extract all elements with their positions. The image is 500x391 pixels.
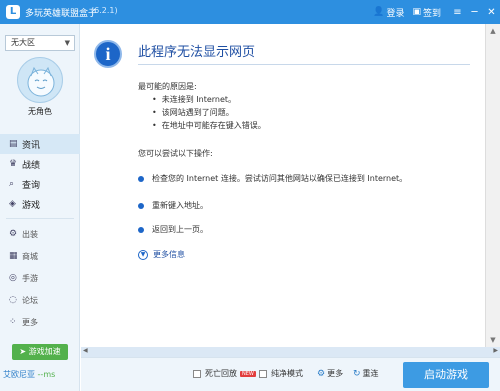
- signin-button[interactable]: ▣ 签到: [412, 6, 441, 19]
- pure-mode-toggle[interactable]: 纯净模式: [259, 368, 303, 379]
- action-item: 检查您的 Internet 连接。尝试访问其他网站以确保已连接到 Interne…: [138, 173, 407, 184]
- gamepad-icon: ◈: [9, 199, 16, 209]
- action-text: 检查您的 Internet 连接。尝试访问其他网站以确保已连接到 Interne…: [152, 174, 408, 183]
- bullet-icon: [138, 226, 144, 233]
- sidebar-item-label: 更多: [22, 317, 38, 327]
- list-item: 在地址中可能存在键入错误。: [152, 119, 266, 132]
- bottom-bar: 死亡回放 NEW 纯净模式 ⚙ 更多 ↻ 重连 启动游戏: [81, 357, 500, 391]
- replay-label: 死亡回放: [205, 369, 237, 378]
- replay-checkbox[interactable]: [193, 369, 201, 378]
- action-item[interactable]: 返回到上一页。: [138, 224, 208, 235]
- phone-icon: ◎: [9, 273, 17, 283]
- action-text[interactable]: 重新键入地址。: [152, 200, 208, 211]
- scroll-right-icon[interactable]: ▶: [493, 347, 498, 354]
- gear-icon: ⚙: [317, 368, 326, 379]
- chevron-down-icon: ▼: [138, 249, 148, 260]
- info-icon: ▤: [9, 139, 18, 149]
- sidebar-item-label: 论坛: [22, 295, 38, 305]
- chevron-down-icon: ▼: [64, 39, 70, 47]
- speed-button-label: 游戏加速: [28, 347, 61, 356]
- forum-icon: ◌: [9, 295, 17, 305]
- sidebar-item-label: 游戏: [22, 200, 41, 211]
- avatar-face-icon: [27, 66, 55, 97]
- user-icon: 👤: [373, 7, 385, 17]
- info-icon: i: [94, 40, 122, 68]
- sidebar-item-record[interactable]: ♛ 战绩: [0, 154, 80, 174]
- calendar-icon: ▣: [412, 7, 421, 17]
- server-status: 艾欧尼亚 --ms: [3, 369, 55, 380]
- causes-section: 最可能的原因是: 未连接到 Internet。 该网站遇到了问题。 在地址中可能…: [138, 80, 266, 132]
- login-button[interactable]: 👤 登录: [373, 6, 404, 19]
- web-content: i 此程序无法显示网页 最可能的原因是: 未连接到 Internet。 该网站遇…: [81, 24, 500, 347]
- sidebar-item-game[interactable]: ◈ 游戏: [0, 194, 80, 214]
- list-item: 该网站遇到了问题。: [152, 106, 266, 119]
- sidebar-item-news[interactable]: ▤ 资讯: [0, 134, 80, 154]
- replay-toggle[interactable]: 死亡回放 NEW: [193, 368, 256, 379]
- refresh-icon: ↻: [353, 368, 361, 379]
- scroll-left-icon[interactable]: ◀: [83, 347, 88, 354]
- trophy-icon: ♛: [9, 159, 18, 169]
- app-title: 多玩英雄联盟盒子: [25, 9, 98, 19]
- bullet-icon: [138, 175, 144, 182]
- grid-icon: ⁘: [9, 317, 17, 327]
- signin-label: 签到: [422, 8, 441, 19]
- divider: [6, 218, 74, 219]
- sidebar-item-build[interactable]: ⚙ 出装: [0, 223, 80, 245]
- shop-icon: ▦: [9, 251, 18, 261]
- title-bar: L 多玩英雄联盟盒子 (6.2.1) 👤 登录 ▣ 签到 ≡ ─ ✕: [0, 0, 500, 24]
- more-button[interactable]: ⚙ 更多: [317, 368, 343, 379]
- action-item[interactable]: 重新键入地址。: [138, 200, 208, 211]
- pure-mode-checkbox[interactable]: [259, 369, 267, 378]
- vertical-scrollbar[interactable]: ▲ ▼: [485, 24, 500, 347]
- sidebar-item-label: 出装: [22, 229, 38, 239]
- launch-game-button[interactable]: 启动游戏: [403, 362, 489, 388]
- avatar-name: 无角色: [28, 107, 52, 116]
- list-item: 未连接到 Internet。: [152, 93, 266, 106]
- close-icon[interactable]: ✕: [483, 7, 500, 18]
- avatar[interactable]: [17, 57, 63, 103]
- more-label: 更多: [327, 369, 344, 378]
- ping-value: --ms: [37, 370, 56, 379]
- minimize-icon[interactable]: ─: [466, 7, 483, 18]
- sidebar-item-label: 商城: [22, 251, 38, 261]
- sidebar-item-label: 战绩: [22, 160, 41, 171]
- pure-mode-label: 纯净模式: [271, 369, 303, 378]
- action-text[interactable]: 返回到上一页。: [152, 224, 208, 235]
- sidebar-nav: ▤ 资讯 ♛ 战绩 ⌕ 查询 ◈ 游戏 ⚙ 出装 ▦ 商城 ◎ 手游 ◌ 论坛 …: [0, 134, 80, 333]
- gear-icon: ⚙: [9, 229, 18, 239]
- new-badge: NEW: [240, 370, 256, 377]
- scroll-down-icon[interactable]: ▼: [486, 333, 500, 347]
- reconnect-label: 重连: [362, 369, 379, 378]
- horizontal-scrollbar[interactable]: ◀ ▶: [81, 347, 500, 357]
- causes-heading: 最可能的原因是:: [138, 82, 197, 91]
- sidebar-item-label: 手游: [22, 273, 38, 283]
- bullet-icon: [138, 202, 144, 209]
- sidebar-item-mobile[interactable]: ◎ 手游: [0, 267, 80, 289]
- sidebar-item-query[interactable]: ⌕ 查询: [0, 174, 80, 194]
- login-label: 登录: [386, 8, 405, 19]
- sidebar-item-forum[interactable]: ◌ 论坛: [0, 289, 80, 311]
- server-select[interactable]: 无大区 ▼: [5, 35, 75, 51]
- sidebar-item-shop[interactable]: ▦ 商城: [0, 245, 80, 267]
- reconnect-button[interactable]: ↻ 重连: [353, 368, 379, 379]
- server-name: 艾欧尼亚: [3, 370, 35, 379]
- sidebar-item-label: 查询: [22, 180, 41, 191]
- sidebar: 无大区 ▼ 无角色 ▤ 资讯 ♛ 战绩 ⌕ 查询 ◈ 游戏 ⚙ 出装 ▦ 商城 …: [0, 24, 80, 391]
- app-logo-icon: L: [6, 5, 20, 19]
- menu-icon[interactable]: ≡: [449, 7, 466, 18]
- divider: [138, 64, 470, 65]
- sidebar-item-label: 资讯: [22, 140, 41, 151]
- search-icon: ⌕: [9, 179, 15, 189]
- scroll-up-icon[interactable]: ▲: [486, 24, 500, 38]
- more-info-link[interactable]: ▼ 更多信息: [138, 249, 185, 260]
- game-speed-button[interactable]: ➤ 游戏加速: [12, 344, 68, 360]
- sidebar-item-more[interactable]: ⁘ 更多: [0, 311, 80, 333]
- app-version: (6.2.1): [91, 6, 118, 15]
- error-title: 此程序无法显示网页: [138, 45, 256, 60]
- server-select-value: 无大区: [11, 38, 35, 47]
- speed-icon: ➤: [19, 347, 29, 356]
- more-info-label: 更多信息: [153, 250, 185, 259]
- actions-heading: 您可以尝试以下操作:: [138, 149, 213, 158]
